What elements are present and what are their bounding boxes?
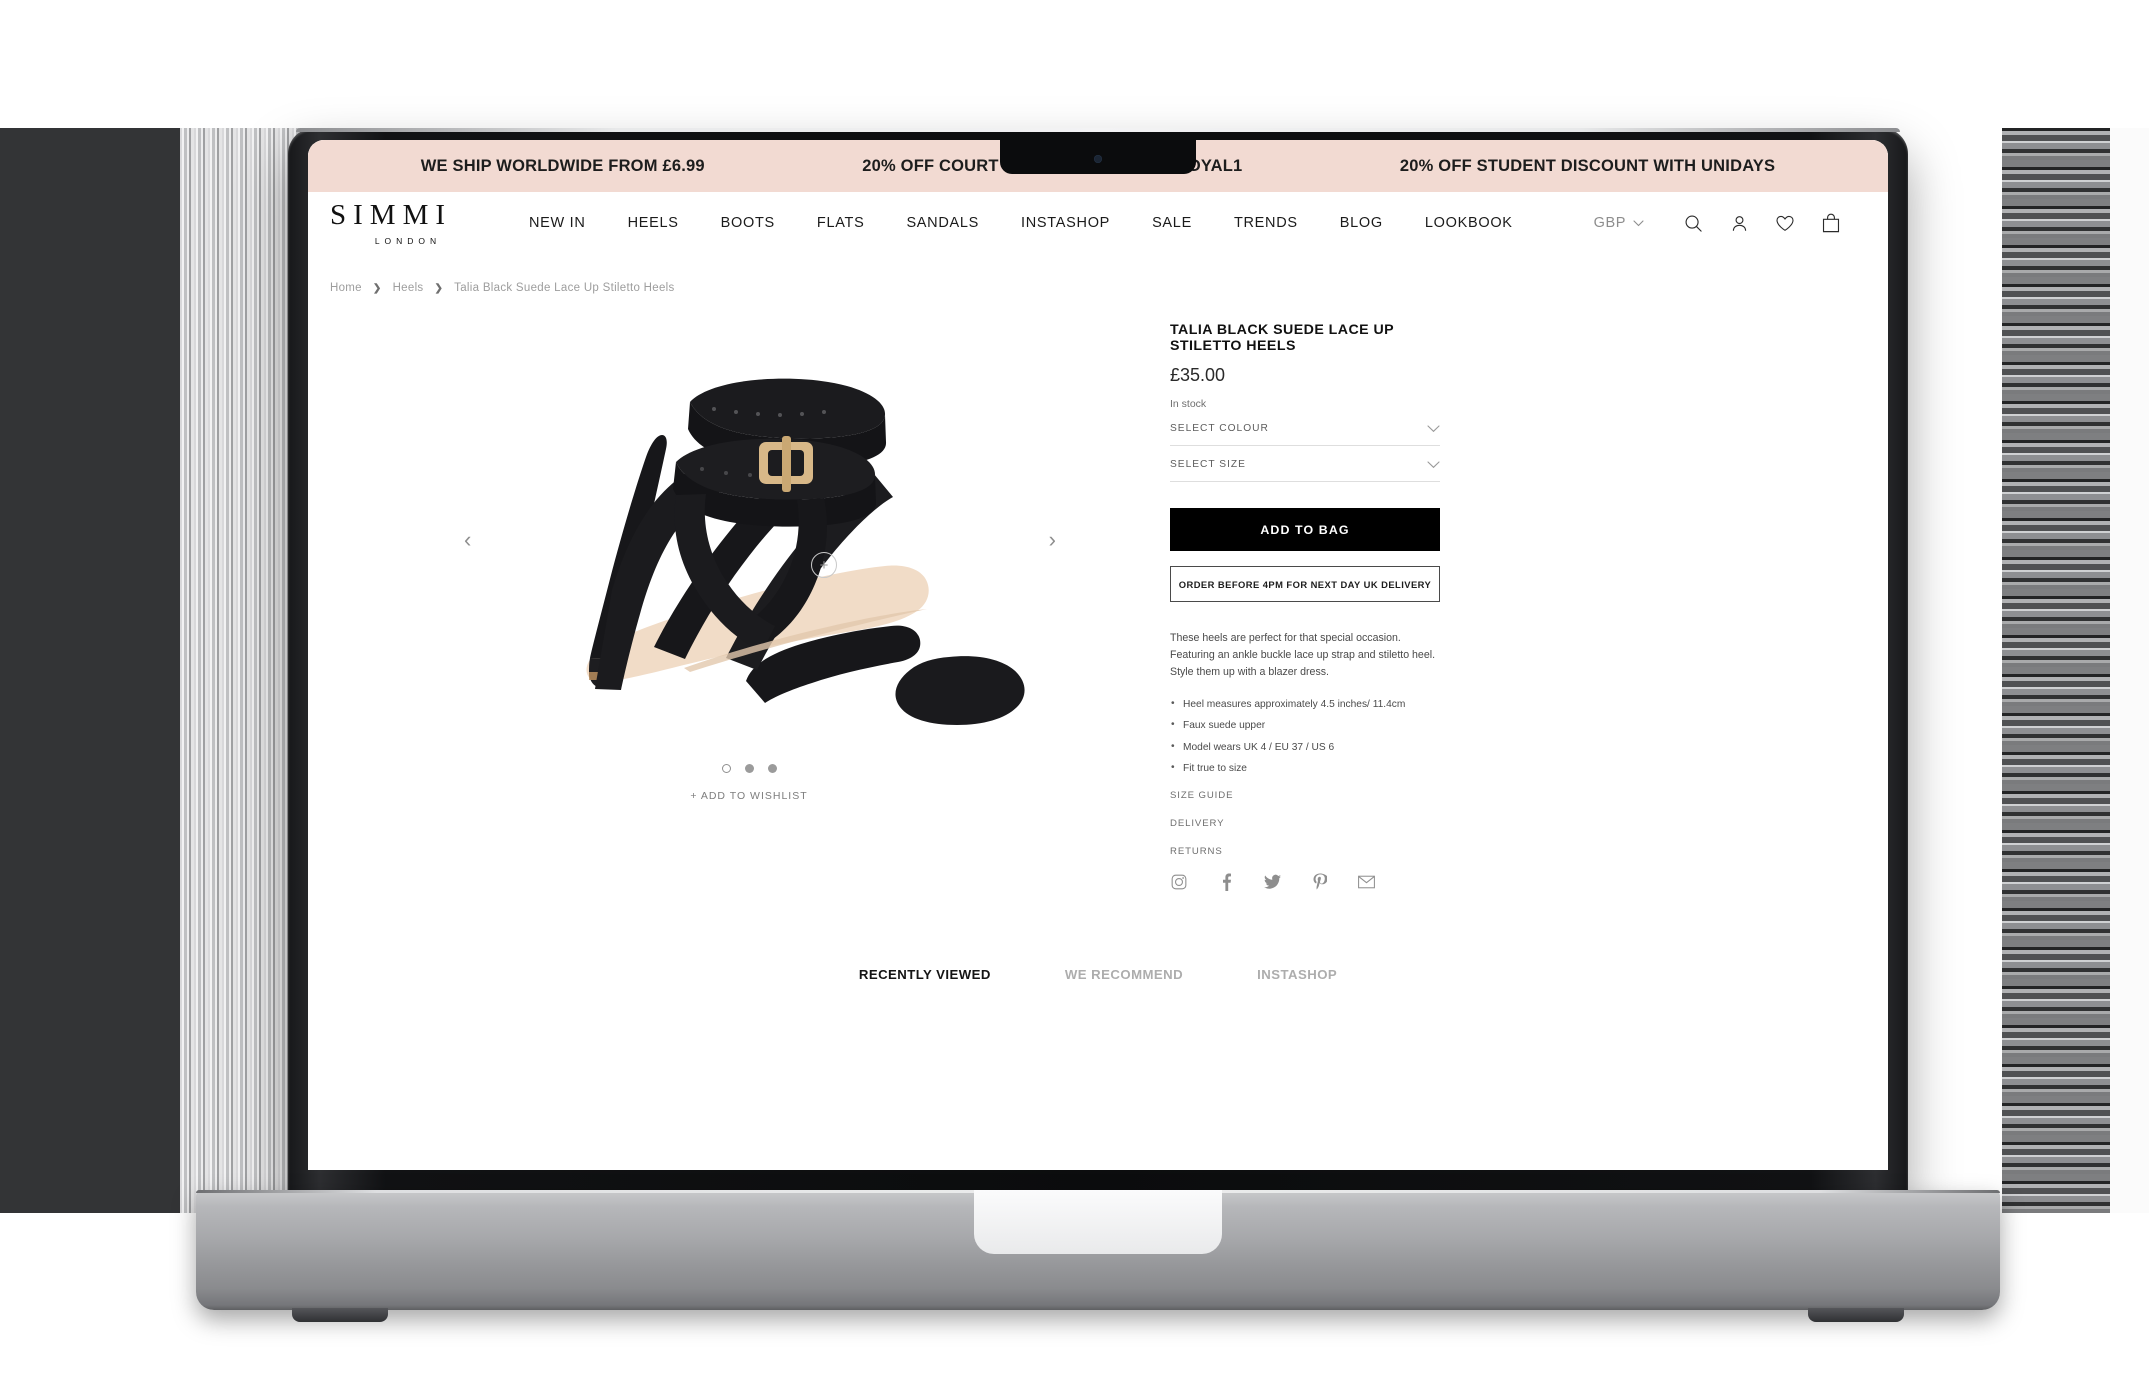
breadcrumb-current: Talia Black Suede Lace Up Stiletto Heels bbox=[454, 282, 675, 294]
returns-link[interactable]: RETURNS bbox=[1170, 846, 1440, 857]
nav-item-blog[interactable]: BLOG bbox=[1319, 215, 1404, 231]
currency-label: GBP bbox=[1593, 215, 1626, 231]
nav-item-sandals[interactable]: SANDALS bbox=[885, 215, 1000, 231]
nav-item-new-in[interactable]: NEW IN bbox=[508, 215, 607, 231]
next-day-delivery-banner[interactable]: ORDER BEFORE 4PM FOR NEXT DAY UK DELIVER… bbox=[1170, 566, 1440, 602]
add-to-wishlist-link[interactable]: + ADD TO WISHLIST bbox=[354, 790, 1144, 802]
list-item: Faux suede upper bbox=[1170, 719, 1440, 731]
render-artifact-right-edge bbox=[2110, 128, 2149, 1213]
list-item: Fit true to size bbox=[1170, 762, 1440, 774]
nav-item-lookbook[interactable]: LOOKBOOK bbox=[1404, 215, 1534, 231]
select-colour-dropdown[interactable]: SELECT COLOUR bbox=[1170, 410, 1440, 446]
webcam-icon bbox=[1094, 155, 1102, 163]
product-description: These heels are perfect for that special… bbox=[1170, 632, 1436, 679]
promo-message-3: 20% OFF STUDENT DISCOUNT WITH UNIDAYS bbox=[1399, 156, 1776, 175]
product-info-links: SIZE GUIDE DELIVERY RETURNS bbox=[1170, 790, 1440, 857]
render-artifact-right-bars bbox=[2002, 128, 2110, 1213]
twitter-icon[interactable] bbox=[1264, 874, 1281, 891]
list-item: Heel measures approximately 4.5 inches/ … bbox=[1170, 698, 1440, 710]
breadcrumb-separator-icon: ❯ bbox=[372, 282, 382, 294]
laptop-mockup: WE SHIP WORLDWIDE FROM £6.99 20% OFF COU… bbox=[196, 128, 2000, 1322]
gallery-prev-arrow[interactable]: ‹ bbox=[464, 527, 471, 553]
gallery-dot-3[interactable] bbox=[767, 764, 777, 773]
product-page-content: ‹ › + + ADD TO WISHLIST TALIA BLACK SUED… bbox=[308, 294, 1888, 892]
chevron-down-icon-colour bbox=[1427, 424, 1440, 433]
facebook-icon[interactable] bbox=[1217, 873, 1234, 892]
laptop-base bbox=[196, 1190, 2000, 1322]
page-title: TALIA BLACK SUEDE LACE UP STILETTO HEELS bbox=[1170, 322, 1394, 354]
stock-status: In stock bbox=[1170, 398, 1207, 410]
brand-logo[interactable]: SIMMI LONDON bbox=[330, 198, 482, 246]
nav-item-boots[interactable]: BOOTS bbox=[700, 215, 796, 231]
laptop-base-notch bbox=[974, 1190, 1222, 1254]
promo-message-1: WE SHIP WORLDWIDE FROM £6.99 bbox=[420, 156, 705, 175]
social-share-bar bbox=[1170, 873, 1440, 892]
chevron-down-icon-size bbox=[1427, 460, 1440, 469]
screenshot-stage: WE SHIP WORLDWIDE FROM £6.99 20% OFF COU… bbox=[0, 0, 2149, 1385]
delivery-link[interactable]: DELIVERY bbox=[1170, 818, 1440, 829]
website-viewport: WE SHIP WORLDWIDE FROM £6.99 20% OFF COU… bbox=[308, 140, 1888, 1170]
tab-instashop[interactable]: INSTASHOP bbox=[1257, 967, 1337, 982]
nav-item-sale[interactable]: SALE bbox=[1131, 215, 1213, 231]
size-guide-link[interactable]: SIZE GUIDE bbox=[1170, 790, 1440, 801]
brand-tagline: LONDON bbox=[374, 235, 442, 246]
gallery-dot-2[interactable] bbox=[744, 764, 754, 773]
laptop-foot-right bbox=[1808, 1308, 1904, 1322]
zoom-plus-icon[interactable]: + bbox=[811, 552, 837, 578]
brand-name: SIMMI bbox=[330, 198, 453, 231]
main-navigation: SIMMI LONDON NEW IN HEELS BOOTS FLATS SA… bbox=[308, 192, 1888, 254]
chevron-down-icon bbox=[1633, 219, 1644, 227]
select-size-dropdown[interactable]: SELECT SIZE bbox=[1170, 446, 1440, 482]
gallery-dot-1[interactable] bbox=[721, 764, 731, 773]
search-icon[interactable] bbox=[1670, 214, 1716, 233]
nav-item-trends[interactable]: TRENDS bbox=[1213, 215, 1319, 231]
currency-selector[interactable]: GBP bbox=[1594, 215, 1644, 231]
email-icon[interactable] bbox=[1358, 874, 1375, 891]
instagram-icon[interactable] bbox=[1170, 874, 1187, 891]
account-icon[interactable] bbox=[1716, 214, 1762, 233]
breadcrumb-separator-icon-2: ❯ bbox=[434, 282, 444, 294]
nav-item-instashop[interactable]: INSTASHOP bbox=[1000, 215, 1131, 231]
gallery-dots bbox=[354, 764, 1144, 773]
nav-item-heels[interactable]: HEELS bbox=[607, 215, 700, 231]
product-price: £35.00 bbox=[1170, 365, 1226, 385]
nav-item-flats[interactable]: FLATS bbox=[796, 215, 886, 231]
product-gallery: ‹ › + + ADD TO WISHLIST bbox=[354, 302, 1144, 822]
add-to-bag-button[interactable]: ADD TO BAG bbox=[1170, 508, 1440, 551]
product-features-list: Heel measures approximately 4.5 inches/ … bbox=[1170, 698, 1440, 774]
tab-recently-viewed[interactable]: RECENTLY VIEWED bbox=[859, 967, 991, 982]
product-details: TALIA BLACK SUEDE LACE UP STILETTO HEELS… bbox=[1170, 302, 1440, 892]
select-colour-label: SELECT COLOUR bbox=[1170, 423, 1269, 434]
pinterest-icon[interactable] bbox=[1311, 873, 1328, 891]
gallery-next-arrow[interactable]: › bbox=[1049, 527, 1056, 553]
breadcrumb: Home ❯ Heels ❯ Talia Black Suede Lace Up… bbox=[308, 254, 1888, 294]
laptop-lid: WE SHIP WORLDWIDE FROM £6.99 20% OFF COU… bbox=[288, 128, 1908, 1198]
product-image[interactable] bbox=[354, 302, 1144, 757]
breadcrumb-heels[interactable]: Heels bbox=[393, 282, 424, 294]
select-size-label: SELECT SIZE bbox=[1170, 459, 1246, 470]
nav-utilities: GBP bbox=[1594, 213, 1854, 233]
laptop-screen: WE SHIP WORLDWIDE FROM £6.99 20% OFF COU… bbox=[308, 140, 1888, 1170]
nav-links: NEW IN HEELS BOOTS FLATS SANDALS INSTASH… bbox=[508, 215, 1594, 231]
list-item: Model wears UK 4 / EU 37 / US 6 bbox=[1170, 740, 1440, 753]
laptop-lid-highlight bbox=[296, 128, 1900, 132]
bottom-section-tabs: RECENTLY VIEWED WE RECOMMEND INSTASHOP bbox=[308, 967, 1888, 982]
laptop-foot-left bbox=[292, 1308, 388, 1322]
tab-we-recommend[interactable]: WE RECOMMEND bbox=[1065, 967, 1183, 982]
breadcrumb-home[interactable]: Home bbox=[330, 282, 362, 294]
render-artifact-left-dark bbox=[0, 128, 180, 1213]
wishlist-heart-icon[interactable] bbox=[1762, 214, 1808, 233]
shopping-bag-icon[interactable] bbox=[1808, 213, 1854, 233]
screen-notch bbox=[1000, 140, 1196, 174]
